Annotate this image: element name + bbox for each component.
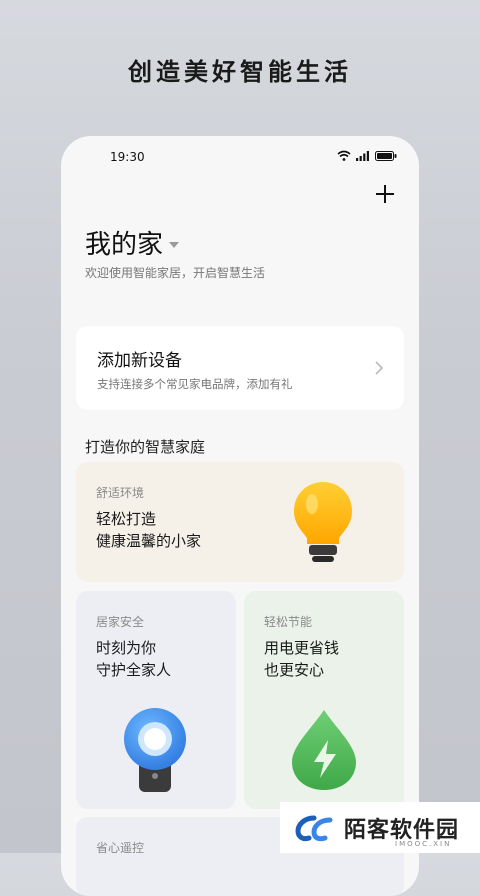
card-line: 健康温馨的小家 bbox=[96, 532, 202, 550]
energy-card[interactable]: 轻松节能 用电更省钱 也更安心 bbox=[244, 591, 404, 809]
card-tag: 舒适环境 bbox=[96, 486, 145, 500]
comfort-card[interactable]: 舒适环境 轻松打造 健康温馨的小家 bbox=[76, 462, 404, 582]
chevron-right-icon bbox=[375, 361, 384, 375]
home-subtitle: 欢迎使用智能家居，开启智慧生活 bbox=[85, 266, 266, 280]
wifi-icon bbox=[337, 150, 351, 161]
watermark-text: 陌客软件园 bbox=[344, 817, 460, 843]
phone-screen: 19:30 我的家 欢迎使用智能家居，开启智慧生活 添加新设备 支持连接多个常见… bbox=[61, 136, 419, 896]
add-device-title: 添加新设备 bbox=[97, 351, 182, 371]
energy-drop-icon bbox=[292, 710, 356, 790]
card-line: 时刻为你 bbox=[96, 639, 157, 657]
lightbulb-icon bbox=[294, 482, 352, 562]
card-tag: 省心遥控 bbox=[96, 841, 145, 855]
battery-icon bbox=[375, 150, 397, 161]
security-card[interactable]: 居家安全 时刻为你 守护全家人 bbox=[76, 591, 236, 809]
card-line: 也更安心 bbox=[264, 661, 325, 679]
card-tag: 居家安全 bbox=[96, 615, 145, 629]
status-time: 19:30 bbox=[110, 150, 145, 164]
section-title: 打造你的智慧家庭 bbox=[85, 438, 206, 456]
card-line: 守护全家人 bbox=[96, 661, 172, 679]
security-camera-icon bbox=[124, 708, 186, 792]
card-tag: 轻松节能 bbox=[264, 615, 313, 629]
signal-icon bbox=[356, 150, 369, 161]
home-title: 我的家 bbox=[85, 230, 164, 260]
status-bar: 19:30 bbox=[61, 136, 419, 176]
card-line: 用电更省钱 bbox=[264, 639, 340, 657]
add-icon[interactable] bbox=[373, 182, 397, 206]
watermark-url: IMOOC.XIN bbox=[395, 840, 452, 848]
logo-icon bbox=[295, 815, 333, 841]
add-device-card[interactable]: 添加新设备 支持连接多个常见家电品牌，添加有礼 bbox=[76, 326, 404, 410]
promo-headline: 创造美好智能生活 bbox=[128, 58, 352, 86]
status-icons bbox=[337, 150, 397, 161]
add-device-subtitle: 支持连接多个常见家电品牌，添加有礼 bbox=[97, 377, 293, 391]
home-selector[interactable]: 我的家 bbox=[85, 224, 180, 261]
watermark-logo: 陌客软件园 IMOOC.XIN bbox=[280, 802, 480, 853]
caret-down-icon bbox=[169, 241, 180, 248]
card-line: 轻松打造 bbox=[96, 510, 157, 528]
